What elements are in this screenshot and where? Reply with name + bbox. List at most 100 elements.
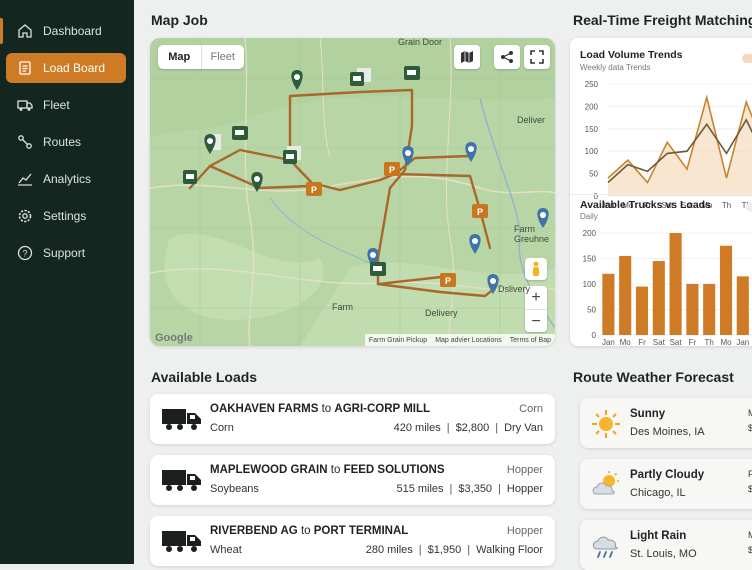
load-card[interactable]: OAKHAVEN FARMS to AGRI-CORP MILL Corn Co… bbox=[150, 394, 555, 444]
weather-condition: Partly Cloudy bbox=[630, 469, 704, 481]
weather-extra: F$ bbox=[748, 469, 752, 494]
weather-extra: M$ bbox=[748, 530, 752, 555]
load-origin: RIVERBEND AG bbox=[210, 525, 298, 537]
sidebar-item-analytics[interactable]: Analytics bbox=[6, 164, 126, 194]
fleet-toggle-button[interactable]: Fleet bbox=[202, 45, 245, 69]
svg-text:?: ? bbox=[22, 249, 27, 259]
freight-chart-card: Load Volume Trends Weekly data Trends 0 5… bbox=[570, 38, 752, 346]
weather-extra-2: $ bbox=[748, 545, 752, 555]
x-tick-label: Fr bbox=[638, 338, 646, 345]
sidebar-item-settings[interactable]: Settings bbox=[6, 201, 126, 231]
map-footer-link[interactable]: Map advier Locations bbox=[431, 337, 506, 344]
bar bbox=[636, 287, 648, 335]
sidebar: Dashboard Load Board Fleet Routes Analyt… bbox=[0, 0, 134, 564]
truck-icon bbox=[162, 468, 202, 492]
bar bbox=[670, 233, 682, 335]
y-tick-label: 0 bbox=[592, 331, 597, 340]
load-card[interactable]: RIVERBEND AG to PORT TERMINAL Hopper Whe… bbox=[150, 516, 555, 566]
load-connector: to bbox=[331, 464, 341, 476]
weather-card[interactable]: Partly Cloudy Chicago, IL F$ bbox=[580, 459, 752, 509]
y-tick-label: 100 bbox=[583, 280, 597, 289]
load-commodity: Corn bbox=[210, 422, 234, 434]
map-canvas: P P P P bbox=[150, 38, 555, 346]
load-connector: to bbox=[322, 403, 332, 415]
y-tick-label: 200 bbox=[585, 102, 599, 111]
home-icon bbox=[17, 23, 33, 39]
loads-section-title: Available Loads bbox=[151, 369, 257, 385]
truck-icon bbox=[162, 407, 202, 431]
zoom-out-button[interactable]: − bbox=[525, 310, 547, 333]
y-tick-label: 50 bbox=[587, 306, 596, 315]
rain-icon bbox=[590, 530, 622, 562]
x-tick-label: Mo bbox=[620, 338, 632, 345]
map-section-title: Map Job bbox=[151, 12, 208, 28]
volume-chart-toggle[interactable] bbox=[742, 54, 752, 63]
share-icon bbox=[500, 50, 514, 64]
volume-chart-title: Load Volume Trends bbox=[580, 49, 683, 61]
map-footer-link[interactable]: Farm Grain Pickup bbox=[365, 337, 431, 344]
map-label-dslivery: Dslivery bbox=[498, 284, 530, 294]
sidebar-item-label: Analytics bbox=[43, 172, 91, 186]
weather-extra-1: M bbox=[748, 530, 752, 540]
trucks-chart-title: Available Trucks vs Loads bbox=[580, 199, 711, 211]
y-tick-label: 150 bbox=[583, 255, 597, 264]
x-tick-label: Th bbox=[722, 201, 731, 210]
bar bbox=[602, 274, 614, 335]
load-connector: to bbox=[301, 525, 311, 537]
clipboard-icon bbox=[17, 60, 33, 76]
truck-icon bbox=[17, 97, 33, 113]
x-tick-label: Mo bbox=[720, 338, 732, 345]
street-view-button[interactable] bbox=[525, 258, 547, 280]
map-view[interactable]: P P P P Map Fleet + − Grain Door Deliver… bbox=[150, 38, 555, 346]
fullscreen-icon bbox=[530, 50, 544, 64]
svg-text:P: P bbox=[389, 165, 395, 175]
trucks-chart-toggle[interactable] bbox=[746, 202, 752, 212]
y-tick-label: 50 bbox=[589, 170, 598, 179]
sidebar-item-load-board[interactable]: Load Board bbox=[6, 53, 126, 83]
sidebar-item-routes[interactable]: Routes bbox=[6, 127, 126, 157]
x-tick-label: Fr bbox=[689, 338, 697, 345]
sidebar-item-label: Load Board bbox=[43, 61, 105, 75]
weather-card[interactable]: Light Rain St. Louis, MO M$ bbox=[580, 520, 752, 570]
bar bbox=[653, 261, 665, 335]
load-origin: OAKHAVEN FARMS bbox=[210, 403, 318, 415]
pegman-icon bbox=[530, 261, 542, 277]
sidebar-item-fleet[interactable]: Fleet bbox=[6, 90, 126, 120]
map-label-farm-greuhne: Farm Greuhne bbox=[514, 224, 555, 244]
load-destination: PORT TERMINAL bbox=[314, 525, 409, 537]
fullscreen-button[interactable] bbox=[524, 45, 550, 69]
trucks-vs-loads-chart: 050100150200JanMoFrSatSatFrThMoJanSat bbox=[570, 221, 752, 345]
volume-chart-subtitle: Weekly data Trends bbox=[580, 63, 651, 72]
load-route: RIVERBEND AG to PORT TERMINAL bbox=[210, 525, 408, 537]
route-icon bbox=[17, 134, 33, 150]
load-destination: AGRI-CORP MILL bbox=[334, 403, 430, 415]
y-tick-label: 150 bbox=[585, 125, 599, 134]
y-tick-label: 100 bbox=[585, 147, 599, 156]
sidebar-item-label: Dashboard bbox=[43, 24, 102, 38]
map-layers-button[interactable] bbox=[454, 45, 480, 69]
map-toggle-button[interactable]: Map bbox=[158, 45, 202, 69]
load-details: 420 miles|$2,800|Dry Van bbox=[394, 422, 543, 434]
weather-extra-2: $ bbox=[748, 423, 752, 433]
load-price: $1,950 bbox=[428, 544, 462, 556]
weather-extra-1: F bbox=[748, 469, 752, 479]
share-button[interactable] bbox=[494, 45, 520, 69]
load-card[interactable]: MAPLEWOOD GRAIN to FEED SOLUTIONS Hopper… bbox=[150, 455, 555, 505]
map-label-farm: Farm bbox=[332, 302, 353, 312]
weather-section-title: Route Weather Forecast bbox=[573, 369, 734, 385]
load-equipment: Hopper bbox=[507, 483, 543, 495]
weather-condition: Sunny bbox=[630, 408, 665, 420]
bar bbox=[619, 256, 631, 335]
sidebar-item-dashboard[interactable]: Dashboard bbox=[6, 16, 126, 46]
x-tick-label: Sat bbox=[670, 338, 683, 345]
weather-extra-2: $ bbox=[748, 484, 752, 494]
load-volume-chart: 050100150200250JanMoFrSatSutMoThThSat bbox=[570, 72, 752, 220]
weather-card[interactable]: Sunny Des Moines, IA M$ bbox=[580, 398, 752, 448]
sidebar-item-label: Settings bbox=[43, 209, 86, 223]
map-footer-link[interactable]: Terms of Bap bbox=[506, 337, 555, 344]
load-equipment: Dry Van bbox=[504, 422, 543, 434]
sidebar-item-support[interactable]: ? Support bbox=[6, 238, 126, 268]
weather-location: St. Louis, MO bbox=[630, 548, 697, 560]
map-icon bbox=[460, 50, 474, 64]
chart-divider bbox=[570, 194, 752, 195]
